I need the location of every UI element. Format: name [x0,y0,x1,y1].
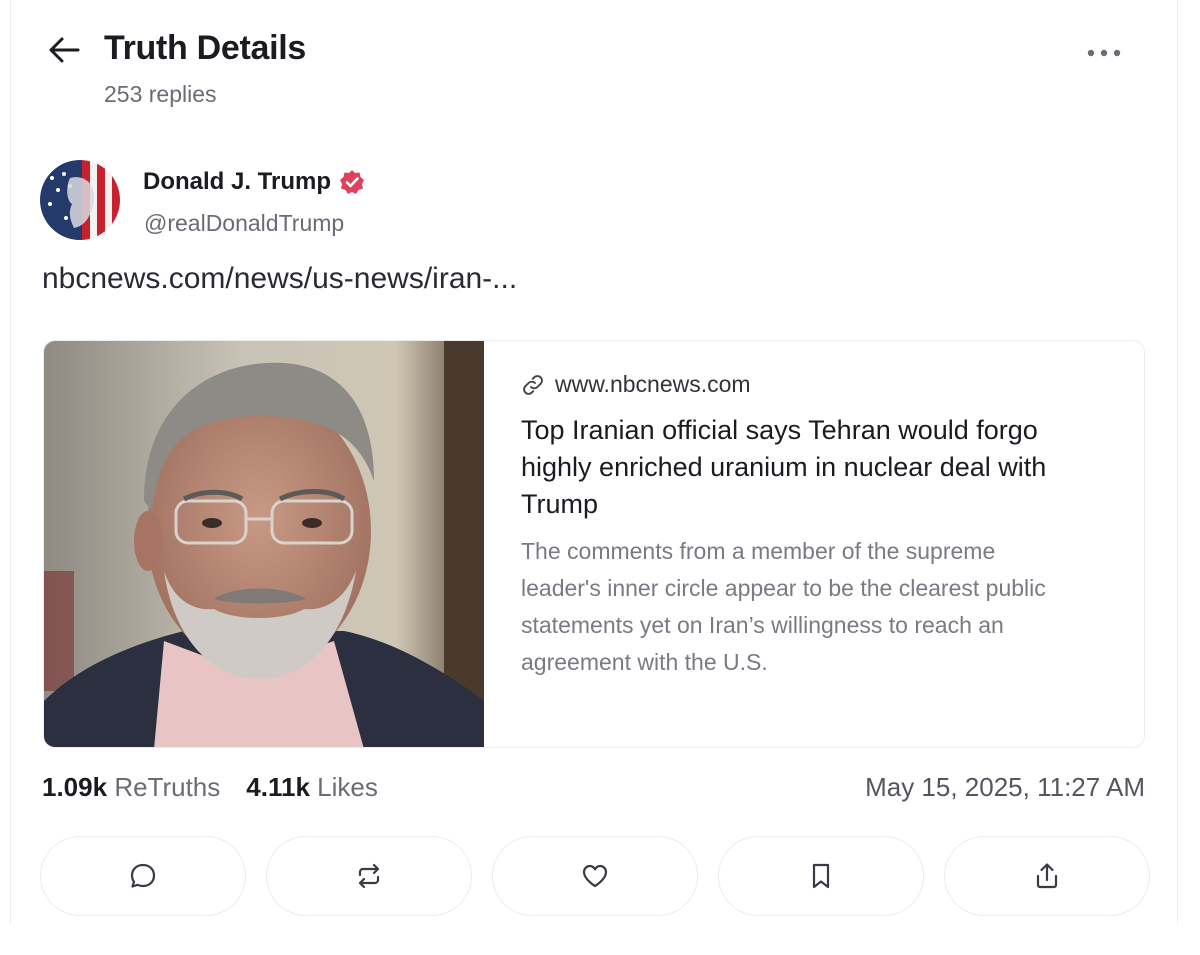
retruths-count: 1.09k [42,772,108,802]
retruths-label: ReTruths [114,772,221,802]
post-link[interactable]: nbcnews.com/news/us-news/iran-... [42,262,517,296]
likes-label: Likes [317,772,378,802]
link-preview-description: The comments from a member of the suprem… [521,538,1046,675]
post-stats: 1.09k ReTruths 4.11k Likes [42,772,378,803]
more-options-button[interactable] [1078,38,1130,68]
link-preview-text: www.nbcnews.com Top Iranian official say… [521,371,1081,681]
link-preview-domain: www.nbcnews.com [521,371,1081,398]
page-title: Truth Details [104,29,307,67]
link-preview-card[interactable]: www.nbcnews.com Top Iranian official say… [43,340,1145,748]
bookmark-button[interactable] [718,836,924,916]
bookmark-icon [812,863,830,889]
author-name[interactable]: Donald J. Trump [143,168,365,196]
back-button[interactable] [44,30,84,70]
avatar-image [40,160,120,240]
share-button[interactable] [944,836,1150,916]
more-icon [1087,49,1121,57]
reply-icon [130,863,156,888]
retruths-stat[interactable]: 1.09k ReTruths [42,772,220,803]
arrow-left-icon [49,37,80,63]
link-preview-image [44,341,484,747]
link-preview-title: Top Iranian official says Tehran would f… [521,415,1047,519]
like-button[interactable] [492,836,698,916]
link-icon [523,374,543,395]
post-timestamp: May 15, 2025, 11:27 AM [865,772,1145,802]
reply-count: 253 replies [104,81,217,107]
header: Truth Details 253 replies [0,0,1200,130]
share-icon [1036,863,1058,889]
likes-stat[interactable]: 4.11k Likes [246,772,378,803]
post-actions [40,836,1150,916]
verified-badge-icon [340,170,365,194]
author-name-text: Donald J. Trump [143,168,332,195]
post-author: Donald J. Trump @realDonaldTrump [40,158,640,242]
author-handle[interactable]: @realDonaldTrump [144,210,344,237]
heart-icon [582,864,608,888]
likes-count: 4.11k [246,772,310,802]
link-preview-domain-text: www.nbcnews.com [555,371,751,397]
retruth-button[interactable] [266,836,472,916]
retruth-icon [358,863,380,889]
avatar[interactable] [40,160,120,240]
reply-button[interactable] [40,836,246,916]
